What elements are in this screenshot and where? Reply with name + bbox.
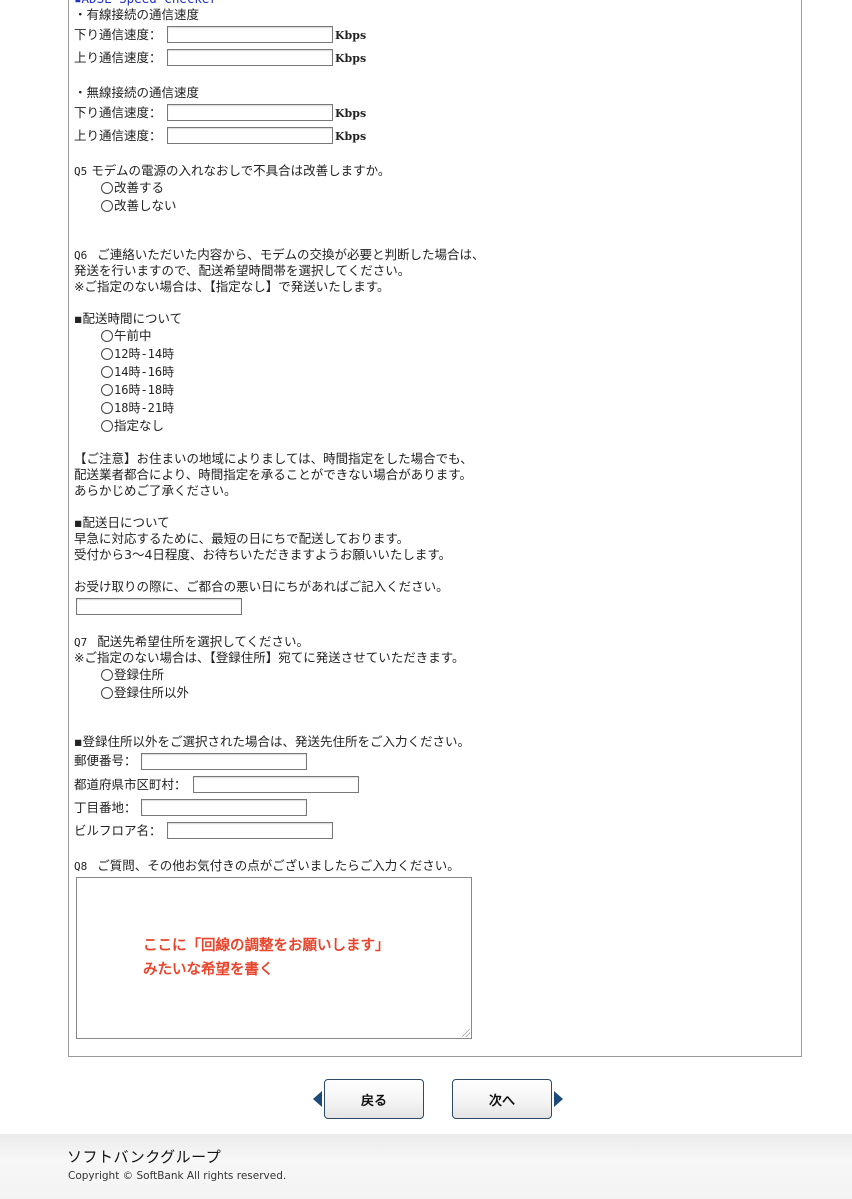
- notice-line1: 【ご注意】お住まいの地域によりましては、時間指定をした場合でも、: [74, 451, 473, 466]
- q6-line3: ※ご指定のない場合は、【指定なし】で発送いたします。: [74, 279, 390, 294]
- option-label: 改善する: [114, 180, 165, 195]
- wireless-down-unit: Kbps: [335, 107, 367, 120]
- radio-button[interactable]: [101, 348, 113, 360]
- footer-brand: ソフトバンクグループ: [67, 1148, 222, 1166]
- radio-button[interactable]: [101, 366, 113, 378]
- radio-button[interactable]: [101, 669, 113, 681]
- q5-text: モデムの電源の入れなおしで不具合は改善しますか。: [91, 163, 391, 178]
- wireless-up-label: 上り通信速度：: [74, 128, 162, 143]
- bad-day-input[interactable]: [76, 598, 242, 615]
- bad-day-label: お受け取りの際に、ご都合の悪い日にちがあればご記入ください。: [74, 579, 449, 594]
- delivery-time-heading: ▪配送時間について: [74, 311, 183, 326]
- radio-button[interactable]: [101, 182, 113, 194]
- next-arrow-icon: [554, 1091, 563, 1107]
- delivery-day-line1: 早急に対応するために、最短の日にちで配送しております。: [74, 531, 410, 546]
- q8-question: Q8 ご質問、その他お気付きの点がございましたらご入力ください。: [74, 858, 460, 875]
- radio-button[interactable]: [101, 420, 113, 432]
- time-option-12-14[interactable]: 12時-14時: [101, 346, 174, 362]
- wired-down-label: 下り通信速度：: [74, 27, 162, 42]
- city-input[interactable]: [193, 776, 359, 793]
- wired-up-label: 上り通信速度：: [74, 50, 162, 65]
- back-button[interactable]: 戻る: [324, 1079, 424, 1119]
- annotation-line1: ここに「回線の調整をお願いします」: [143, 938, 390, 954]
- back-arrow-icon: [313, 1091, 322, 1107]
- postal-label: 郵便番号：: [74, 753, 137, 768]
- q7-note: ※ご指定のない場合は、【登録住所】宛てに発送させていただきます。: [74, 650, 465, 665]
- q6-text: ご連絡いただいた内容から、モデムの交換が必要と判断した場合は、: [97, 247, 485, 262]
- q8-comment-textarea[interactable]: ここに「回線の調整をお願いします」 みたいな希望を書く: [76, 877, 472, 1039]
- wireless-up-speed-input[interactable]: [167, 127, 333, 144]
- wired-up-unit: Kbps: [335, 52, 367, 65]
- postal-code-input[interactable]: [141, 753, 307, 770]
- time-option-none[interactable]: 指定なし: [101, 418, 164, 434]
- next-button[interactable]: 次へ: [452, 1079, 552, 1119]
- wired-up-speed-input[interactable]: [167, 49, 333, 66]
- time-option-18-21[interactable]: 18時-21時: [101, 400, 174, 416]
- block-number-input[interactable]: [141, 799, 307, 816]
- address-option-other[interactable]: 登録住所以外: [101, 685, 189, 701]
- footer-copyright: Copyright © SoftBank All rights reserved…: [68, 1170, 287, 1182]
- building-label: ビルフロア名：: [74, 823, 162, 838]
- option-label: 登録住所以外: [114, 685, 190, 700]
- q5-question: Q5 モデムの電源の入れなおしで不具合は改善しますか。: [74, 163, 390, 180]
- city-label: 都道府県市区町村：: [74, 777, 187, 792]
- notice-line2: 配送業者都合により、時間指定を承ることができない場合があります。: [74, 467, 473, 482]
- radio-button[interactable]: [101, 330, 113, 342]
- q6-line2: 発送を行いますので、配送希望時間帯を選択してください。: [74, 263, 411, 278]
- radio-button[interactable]: [101, 402, 113, 414]
- radio-button[interactable]: [101, 200, 113, 212]
- option-label: 18時-21時: [114, 401, 175, 415]
- option-label: 登録住所: [114, 667, 165, 682]
- radio-button[interactable]: [101, 687, 113, 699]
- wireless-down-speed-input[interactable]: [167, 104, 333, 121]
- option-label: 改善しない: [114, 198, 177, 213]
- footer: ソフトバンクグループ Copyright © SoftBank All righ…: [0, 1134, 852, 1199]
- wireless-speed-label: ・無線接続の通信速度: [74, 85, 200, 100]
- annotation-line2: みたいな希望を書く: [143, 962, 274, 978]
- q5-number: Q5: [74, 165, 88, 178]
- wired-down-speed-input[interactable]: [167, 26, 333, 43]
- time-option-14-16[interactable]: 14時-16時: [101, 364, 174, 380]
- q5-option-not-improve[interactable]: 改善しない: [101, 198, 177, 214]
- wired-speed-label: ・有線接続の通信速度: [74, 7, 200, 22]
- q6-line1: Q6 ご連絡いただいた内容から、モデムの交換が必要と判断した場合は、: [74, 247, 485, 264]
- time-option-morning[interactable]: 午前中: [101, 328, 152, 344]
- address-heading: ▪登録住所以外をご選択された場合は、発送先住所をご入力ください。: [74, 734, 470, 749]
- speed-checker-heading[interactable]: ▪ADSL Speed Checker: [74, 0, 217, 7]
- wired-down-unit: Kbps: [335, 29, 367, 42]
- option-label: 12時-14時: [114, 347, 175, 361]
- building-input[interactable]: [167, 822, 333, 839]
- q7-question: Q7 配送先希望住所を選択してください。: [74, 634, 309, 651]
- resize-handle-icon[interactable]: [462, 1029, 470, 1037]
- q7-number: Q7: [74, 636, 88, 649]
- q8-text: ご質問、その他お気付きの点がございましたらご入力ください。: [97, 858, 460, 873]
- delivery-day-line2: 受付から3〜4日程度、お待ちいただきますようお願いいたします。: [74, 547, 452, 562]
- option-label: 指定なし: [114, 418, 165, 433]
- q5-option-improve[interactable]: 改善する: [101, 180, 164, 196]
- q6-number: Q6: [74, 249, 88, 262]
- time-option-16-18[interactable]: 16時-18時: [101, 382, 174, 398]
- q8-number: Q8: [74, 860, 88, 873]
- wireless-up-unit: Kbps: [335, 130, 367, 143]
- delivery-day-heading: ▪配送日について: [74, 515, 170, 530]
- option-label: 午前中: [114, 328, 152, 343]
- radio-button[interactable]: [101, 384, 113, 396]
- q7-text: 配送先希望住所を選択してください。: [97, 634, 309, 649]
- wireless-down-label: 下り通信速度：: [74, 105, 162, 120]
- block-label: 丁目番地：: [74, 800, 137, 815]
- notice-line3: あらかじめご了承ください。: [74, 483, 237, 498]
- address-option-registered[interactable]: 登録住所: [101, 667, 164, 683]
- option-label: 16時-18時: [114, 383, 175, 397]
- annotation-overlay: ここに「回線の調整をお願いします」 みたいな希望を書く: [143, 934, 390, 982]
- option-label: 14時-16時: [114, 365, 175, 379]
